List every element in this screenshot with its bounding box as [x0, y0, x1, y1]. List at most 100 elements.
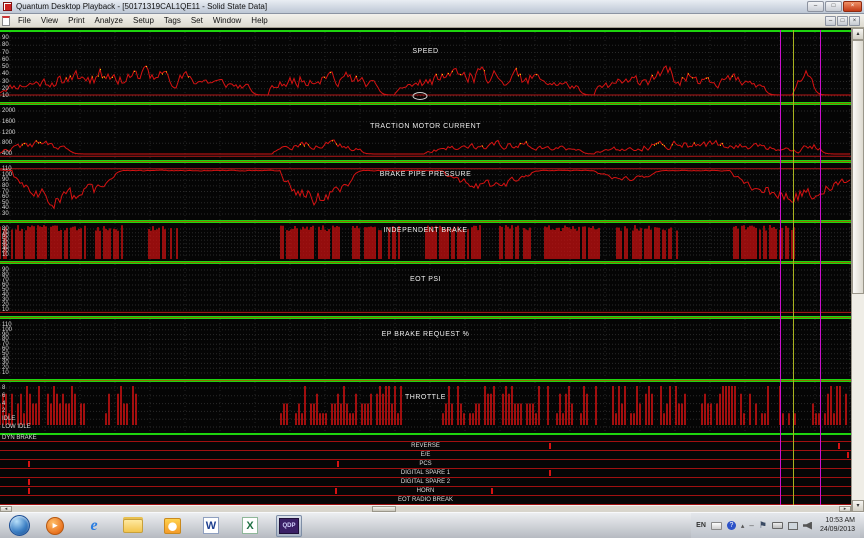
digital-row-e-e: E/E — [0, 451, 851, 460]
start-button[interactable] — [9, 515, 30, 536]
minimize-button[interactable]: – — [807, 1, 824, 12]
battery-icon[interactable] — [772, 522, 783, 529]
action-center-flag-icon[interactable]: ⚑ — [759, 520, 767, 531]
internet-explorer-icon[interactable]: e — [81, 515, 107, 537]
panel-brake-pipe-pressure: 11010090807060504030BRAKE PIPE PRESSURE — [0, 163, 851, 220]
playback-cursor-2[interactable] — [793, 30, 794, 505]
menu-item-setup[interactable]: Setup — [128, 14, 159, 27]
y-axis-label: 50 — [2, 64, 9, 70]
y-axis-label: 10 — [2, 370, 9, 376]
digital-pulse — [838, 443, 840, 449]
excel-glyph: X — [242, 517, 258, 534]
dyn-brake-row: DYN BRAKE — [0, 435, 851, 442]
show-hidden-icons[interactable]: ▴ — [741, 522, 745, 530]
y-axis-label: 10 — [2, 93, 9, 99]
y-axis-label: 30 — [2, 79, 9, 85]
outlook-icon[interactable] — [159, 515, 185, 537]
digital-pulse — [335, 488, 337, 494]
y-axis-label: 10 — [2, 307, 9, 313]
qdp-glyph: QDP — [279, 518, 299, 534]
word-icon[interactable]: W — [198, 515, 224, 537]
ie-glyph: e — [90, 517, 97, 535]
digital-pulse — [549, 470, 551, 476]
y-axis-label: 90 — [2, 35, 9, 41]
menu-item-set[interactable]: Set — [186, 14, 208, 27]
panel-title: BRAKE PIPE PRESSURE — [0, 171, 851, 178]
digital-row-reverse: REVERSE — [0, 442, 851, 451]
digital-row-eot-radio-break: EOT RADIO BREAK — [0, 496, 851, 505]
child-minimize-button[interactable]: – — [825, 16, 836, 26]
digital-row-label: EOT RADIO BREAK — [0, 496, 851, 504]
menu-item-view[interactable]: View — [36, 14, 63, 27]
menu-item-tags[interactable]: Tags — [159, 14, 186, 27]
playback-cursor-1[interactable] — [780, 30, 781, 505]
folder-glyph — [123, 519, 143, 533]
digital-pulse — [847, 452, 849, 458]
child-window-controls: – □ × — [825, 16, 862, 26]
taskbar-icons: ▸ e W X QDP — [42, 515, 315, 537]
clock-date: 24/09/2013 — [820, 526, 855, 535]
outlook-glyph — [164, 518, 181, 534]
digital-row-horn: HORN — [0, 487, 851, 496]
excel-icon[interactable]: X — [237, 515, 263, 537]
vertical-scrollbar[interactable]: ▴ ▾ — [851, 28, 864, 512]
digital-pulse — [28, 488, 30, 494]
panel-independent-brake: 8070605040302010INDEPENDENT BRAKE — [0, 223, 851, 261]
digital-row-pcs: PCS — [0, 460, 851, 469]
menu-item-file[interactable]: File — [13, 14, 36, 27]
y-axis-label: 4 — [2, 401, 5, 407]
file-explorer-icon[interactable] — [120, 515, 146, 537]
media-player-icon[interactable]: ▸ — [42, 515, 68, 537]
digital-row-label: PCS — [0, 460, 851, 468]
volume-icon[interactable] — [803, 522, 812, 530]
app-icon — [3, 2, 12, 11]
playback-cursor-3[interactable] — [820, 30, 821, 505]
menu: FileViewPrintAnalyzeSetupTagsSetWindowHe… — [13, 14, 273, 27]
panel-stack: 908070605040302010SPEED20001600120080040… — [0, 28, 851, 505]
y-axis-label: 800 — [2, 140, 12, 146]
y-axis-label: IDLE — [2, 416, 15, 422]
taskbar: ▸ e W X QDP EN ? ▴ ‒ ⚑ 10:53 AM 24/09/2013 — [0, 512, 864, 538]
tray-dash-icon[interactable]: ‒ — [749, 521, 753, 530]
word-glyph: W — [203, 517, 219, 534]
help-tray-icon[interactable]: ? — [727, 521, 736, 530]
digital-row-label: REVERSE — [0, 442, 851, 450]
panel-title: SPEED — [0, 48, 851, 55]
title-bar: Quantum Desktop Playback - [50171319CAL1… — [0, 0, 864, 14]
network-icon[interactable] — [788, 522, 798, 530]
y-axis-label: 1200 — [2, 130, 15, 136]
document-icon — [2, 16, 10, 26]
panel-eot-psi: 908070605040302010EOT PSI — [0, 264, 851, 316]
menu-item-print[interactable]: Print — [63, 14, 89, 27]
vertical-scroll-thumb[interactable] — [852, 40, 864, 294]
child-restore-button[interactable]: □ — [837, 16, 848, 26]
clock[interactable]: 10:53 AM 24/09/2013 — [820, 517, 855, 535]
y-axis-label: 400 — [2, 151, 12, 157]
scroll-down-icon[interactable]: ▾ — [852, 500, 864, 512]
language-indicator[interactable]: EN — [696, 522, 706, 529]
panel-traction-motor-current: 200016001200800400TRACTION MOTOR CURRENT — [0, 105, 851, 160]
panel-speed: 908070605040302010SPEED — [0, 32, 851, 102]
panel-title: THROTTLE — [0, 394, 851, 401]
digital-row-digital-spare-1: DIGITAL SPARE 1 — [0, 469, 851, 478]
horizontal-scrollbar[interactable]: ◂ ▸ — [0, 505, 851, 512]
wmp-glyph: ▸ — [46, 517, 64, 535]
qdp-playback-icon[interactable]: QDP — [276, 515, 302, 537]
restore-button[interactable]: □ — [825, 1, 842, 12]
chart-area: 908070605040302010SPEED20001600120080040… — [0, 28, 851, 512]
scroll-up-icon[interactable]: ▴ — [852, 28, 864, 40]
close-button[interactable]: × — [843, 1, 862, 12]
digital-row-digital-spare-2: DIGITAL SPARE 2 — [0, 478, 851, 487]
keyboard-tray-icon[interactable] — [711, 522, 722, 530]
panel-ep-brake-request: 110100908070605040302010EP BRAKE REQUEST… — [0, 319, 851, 379]
y-axis-label: 20 — [2, 86, 9, 92]
y-axis-label: 10 — [2, 252, 9, 258]
digital-pulse — [549, 443, 551, 449]
menu-item-window[interactable]: Window — [208, 14, 246, 27]
panel-title: INDEPENDENT BRAKE — [0, 227, 851, 234]
child-close-button[interactable]: × — [849, 16, 860, 26]
y-axis-label: 60 — [2, 57, 9, 63]
menu-item-analyze[interactable]: Analyze — [90, 14, 128, 27]
menu-item-help[interactable]: Help — [246, 14, 272, 27]
y-axis-label: 2000 — [2, 108, 15, 114]
